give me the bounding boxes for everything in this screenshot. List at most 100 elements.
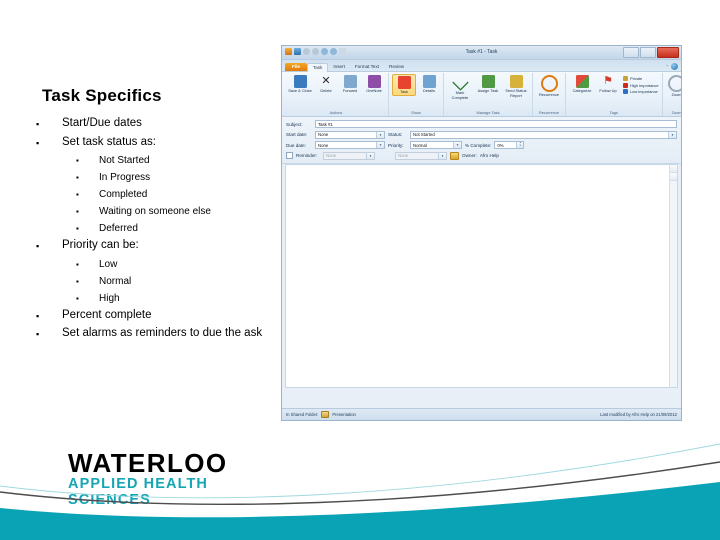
- bullet-marker-icon: ▪: [36, 241, 40, 251]
- close-button[interactable]: [657, 47, 679, 58]
- spinner-icon[interactable]: ▴ ▾: [516, 141, 524, 148]
- ribbon-group-items: Categorize ⚑ Follow Up Private High Importan…: [569, 74, 659, 108]
- percent-complete-stepper[interactable]: 0% ▴ ▾: [494, 141, 525, 149]
- ribbon-button-zoom[interactable]: Zoom: [666, 74, 682, 98]
- ribbon[interactable]: Save & Close ✕ Delete Forward OneNote Actions…: [282, 72, 681, 117]
- subject-row: Subject: Task #1: [286, 120, 677, 128]
- high-importance-icon: [623, 82, 628, 88]
- ribbon-button-categorize[interactable]: Categorize: [569, 74, 595, 94]
- ribbon-button-follow-up[interactable]: ⚑ Follow Up: [597, 74, 619, 94]
- subject-input[interactable]: Task #1: [315, 120, 677, 128]
- owner-value: Afro Help: [479, 153, 499, 158]
- ribbon-group-label: Show: [411, 110, 421, 115]
- ribbon-button-recurrence[interactable]: Recurrence: [536, 74, 562, 98]
- ribbon-help-area[interactable]: ⌃: [666, 63, 678, 70]
- ribbon-button-mark-complete[interactable]: Mark Complete: [447, 74, 473, 100]
- ribbon-tab-strip[interactable]: File Task Insert Format Text Review ⌃: [282, 60, 681, 72]
- bullet-text: Completed: [99, 189, 148, 200]
- ribbon-group-recurrence: Recurrence Recurrence: [533, 73, 566, 116]
- due-date-label: Due date:: [286, 142, 306, 148]
- reminder-label: Reminder:: [296, 153, 318, 158]
- due-date-input[interactable]: None ▾: [315, 141, 385, 149]
- ribbon-button-delete[interactable]: ✕ Delete: [315, 74, 337, 94]
- logo-faculty-line2: SCIENCES: [68, 492, 151, 508]
- task-notes-body[interactable]: [285, 163, 678, 388]
- ribbon-button-label: Send Status Report: [505, 88, 527, 98]
- owner-label: Owner:: [462, 153, 477, 158]
- ribbon-button-save-close[interactable]: Save & Close: [287, 74, 313, 94]
- minimize-ribbon-icon[interactable]: ⌃: [666, 64, 669, 69]
- chevron-down-icon[interactable]: ▾: [438, 152, 446, 159]
- ribbon-button-details[interactable]: Details: [418, 74, 440, 94]
- ribbon-button-label: Mark Complete: [451, 90, 469, 100]
- ribbon-option-private[interactable]: Private: [623, 76, 659, 81]
- last-modified-text: Last modified by Afro Help on 21/09/2012: [600, 412, 677, 417]
- reminder-checkbox[interactable]: [286, 152, 293, 159]
- status-select[interactable]: Not Started ▾: [410, 130, 677, 139]
- bullet-marker-icon: ▪: [76, 207, 79, 216]
- ribbon-button-task[interactable]: Task: [392, 74, 416, 96]
- scroll-page-button[interactable]: [670, 172, 677, 181]
- priority-select[interactable]: Normal ▾: [410, 141, 462, 149]
- bullet-text: High: [99, 292, 120, 304]
- shared-folder-label: In Shared Folder:: [286, 412, 319, 417]
- help-icon[interactable]: [671, 63, 678, 70]
- chevron-down-icon[interactable]: ▾: [376, 142, 384, 148]
- chevron-down-icon[interactable]: ▾: [668, 131, 676, 138]
- ribbon-group-label: Manage Task: [476, 110, 500, 115]
- status-label: Status:: [388, 132, 403, 137]
- page-title: Task Specifics: [42, 86, 162, 105]
- ribbon-button-send-status-report[interactable]: Send Status Report: [503, 74, 529, 98]
- ribbon-button-assign-task[interactable]: Assign Task: [475, 74, 501, 94]
- vertical-scrollbar[interactable]: [669, 164, 677, 387]
- tab-review[interactable]: Review: [384, 63, 409, 72]
- categorize-icon: [575, 75, 589, 88]
- bullet-item: ▪ Completed: [36, 186, 276, 203]
- ribbon-group-items: Save & Close ✕ Delete Forward OneNote: [287, 74, 385, 108]
- ribbon-option-high-importance[interactable]: High Importance: [623, 82, 659, 88]
- bullet-item: ▪ Waiting on someone else: [36, 203, 276, 220]
- ribbon-button-forward[interactable]: Forward: [339, 74, 361, 94]
- chevron-down-icon[interactable]: ▾: [376, 131, 384, 138]
- ribbon-group-items: Mark Complete Assign Task Send Status Repo…: [447, 74, 529, 108]
- reminder-date-value: None: [326, 153, 337, 158]
- ribbon-group-label: Actions: [329, 110, 343, 115]
- bullet-item: ▪ Start/Due dates: [36, 115, 276, 132]
- bullet-item: ▪ Normal: [36, 273, 276, 290]
- ribbon-button-label: Recurrence: [538, 92, 560, 97]
- bullet-text: Normal: [99, 275, 132, 287]
- ribbon-group-items: Task Details: [392, 74, 440, 108]
- tab-format-text[interactable]: Format Text: [350, 63, 384, 72]
- reminder-date-input[interactable]: None ▾: [323, 151, 375, 160]
- ribbon-option-low-importance[interactable]: Low Importance: [623, 89, 659, 94]
- ribbon-group-zoom: Zoom Zoom: [663, 73, 682, 116]
- bullet-marker-icon: ▪: [36, 329, 40, 339]
- chevron-down-icon[interactable]: ▾: [366, 152, 374, 159]
- chevron-down-icon[interactable]: ▾: [453, 142, 461, 148]
- subject-value: Task #1: [318, 121, 333, 127]
- tab-task[interactable]: Task: [306, 62, 329, 72]
- bullet-text: Start/Due dates: [62, 117, 142, 129]
- task-checklist-icon: [397, 76, 411, 89]
- bullet-text: Deferred: [99, 223, 138, 234]
- ribbon-option-label: Low Importance: [630, 89, 658, 94]
- ribbon-option-label: Private: [630, 76, 643, 81]
- subject-label: Subject:: [286, 121, 303, 127]
- bullet-item: ▪ Not Started: [36, 152, 276, 169]
- tab-insert[interactable]: Insert: [328, 63, 350, 72]
- outlook-task-window-screenshot: Task #1 - Task File Task Insert Format Text…: [281, 45, 682, 421]
- ribbon-button-label: Task: [400, 89, 408, 94]
- maximize-button[interactable]: [640, 47, 656, 58]
- tab-file[interactable]: File: [285, 62, 307, 71]
- ribbon-button-onenote[interactable]: OneNote: [363, 74, 385, 94]
- scroll-up-button[interactable]: [670, 164, 677, 173]
- start-date-input[interactable]: None ▾: [315, 130, 385, 139]
- ribbon-button-label: Zoom: [671, 92, 682, 97]
- bullet-item: ▪ Priority can be:: [36, 237, 276, 254]
- bullet-marker-icon: ▪: [76, 190, 79, 199]
- window-title: Task #1 - Task: [465, 49, 498, 55]
- ribbon-group-label: Tags: [609, 110, 618, 115]
- reminder-time-input[interactable]: None ▾: [395, 151, 447, 160]
- minimize-button[interactable]: [623, 47, 639, 58]
- window-controls[interactable]: [623, 47, 679, 58]
